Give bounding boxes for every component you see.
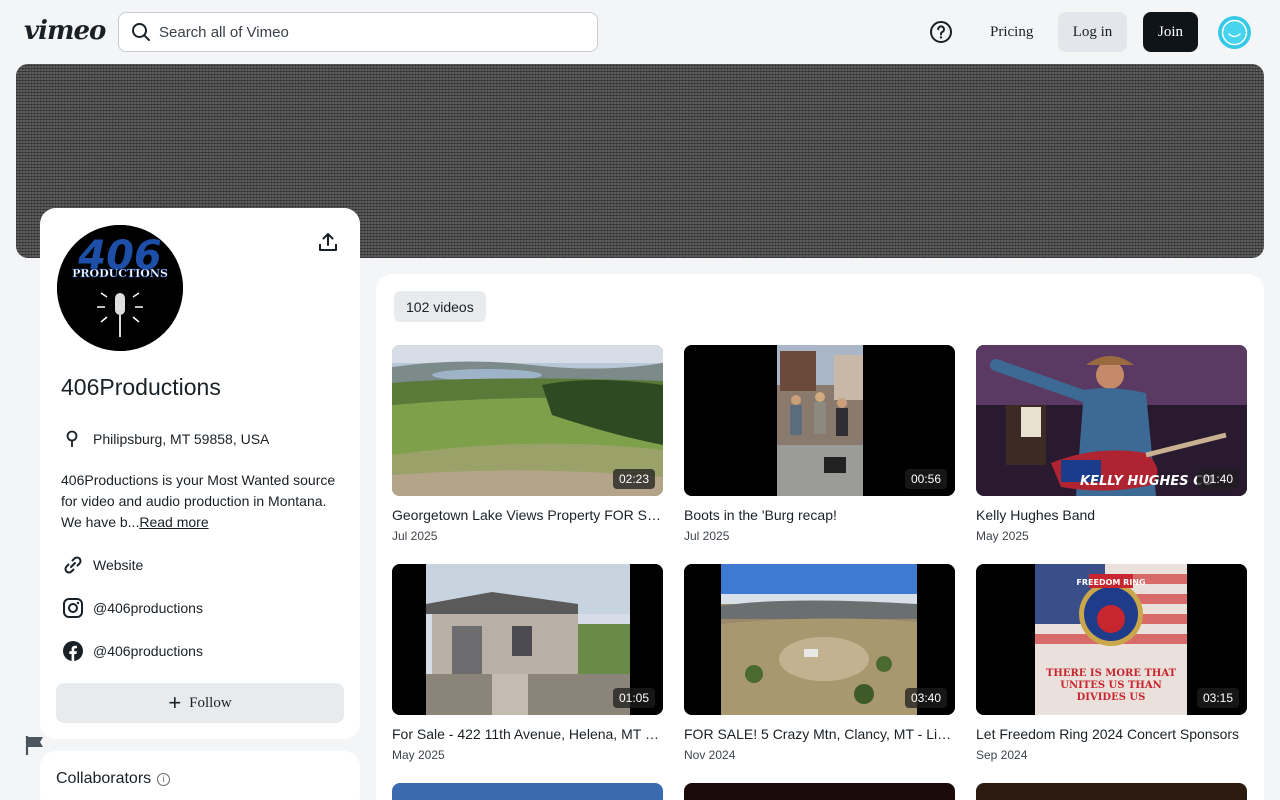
facebook-icon bbox=[62, 640, 84, 662]
video-date: Nov 2024 bbox=[684, 748, 736, 762]
smiley-icon bbox=[1221, 19, 1248, 46]
pricing-link[interactable]: Pricing bbox=[978, 12, 1045, 52]
search-box[interactable] bbox=[118, 12, 598, 52]
video-thumbnail-partial[interactable] bbox=[392, 783, 663, 800]
video-title[interactable]: Georgetown Lake Views Property FOR SALE bbox=[392, 507, 663, 523]
website-label: Website bbox=[93, 557, 144, 573]
login-button[interactable]: Log in bbox=[1058, 12, 1127, 52]
join-button[interactable]: Join bbox=[1143, 12, 1198, 52]
duration-badge: 02:23 bbox=[612, 469, 655, 489]
thumbnail-overlay-title: FREEDOM RING bbox=[1076, 578, 1145, 587]
video-title[interactable]: Let Freedom Ring 2024 Concert Sponsors bbox=[976, 726, 1247, 742]
production-logo: 406 PRODUCTIONS bbox=[57, 225, 183, 351]
video-date: May 2025 bbox=[392, 748, 445, 762]
video-count-chip[interactable]: 102 videos bbox=[394, 291, 486, 322]
video-card[interactable]: 01:05 For Sale - 422 11th Avenue, Helena… bbox=[392, 564, 663, 762]
video-card[interactable]: 02:23 Georgetown Lake Views Property FOR… bbox=[392, 345, 663, 543]
website-link[interactable]: Website bbox=[62, 554, 143, 576]
profile-card: 406 PRODUCTIONS 406Productions Philipsbu… bbox=[40, 208, 360, 739]
video-thumbnail[interactable]: KELLY HUGHES CO 01:40 bbox=[976, 345, 1247, 496]
vimeo-logo[interactable]: vimeo bbox=[24, 16, 106, 46]
video-title[interactable]: FOR SALE! 5 Crazy Mtn, Clancy, MT - List… bbox=[684, 726, 955, 742]
info-icon[interactable]: i bbox=[157, 772, 171, 786]
collaborators-title: Collaborators i bbox=[56, 770, 171, 788]
profile-location: Philipsburg, MT 59858, USA bbox=[93, 431, 270, 447]
video-date: Jul 2025 bbox=[392, 529, 438, 543]
guest-avatar[interactable] bbox=[1218, 16, 1251, 49]
search-icon bbox=[132, 23, 150, 41]
video-title[interactable]: For Sale - 422 11th Avenue, Helena, MT -… bbox=[392, 726, 663, 742]
duration-badge: 03:40 bbox=[904, 688, 947, 708]
duration-badge: 00:56 bbox=[904, 469, 947, 489]
profile-avatar[interactable]: 406 PRODUCTIONS bbox=[57, 225, 183, 351]
videos-panel: 102 videos 02:23 Georgetown Lake Views P… bbox=[376, 274, 1264, 800]
duration-badge: 03:15 bbox=[1196, 688, 1239, 708]
search-input[interactable] bbox=[159, 23, 559, 41]
video-date: Sep 2024 bbox=[976, 748, 1028, 762]
facebook-link[interactable]: @406productions bbox=[62, 640, 203, 662]
logo-productions-text: PRODUCTIONS bbox=[72, 267, 168, 280]
profile-name: 406Productions bbox=[61, 374, 221, 400]
instagram-label: @406productions bbox=[93, 600, 203, 616]
video-thumbnail[interactable]: 02:23 bbox=[392, 345, 663, 496]
duration-badge: 01:05 bbox=[612, 688, 655, 708]
read-more-link[interactable]: Read more bbox=[139, 514, 208, 530]
follow-label: Follow bbox=[189, 694, 232, 711]
share-icon[interactable] bbox=[317, 231, 339, 253]
facebook-label: @406productions bbox=[93, 643, 203, 659]
video-thumbnail[interactable]: FREEDOM RING THERE IS MORE THAT UNITES U… bbox=[976, 564, 1247, 715]
plus-icon: + bbox=[168, 690, 182, 715]
profile-bio: 406Productions is your Most Wanted sourc… bbox=[61, 470, 351, 533]
video-card[interactable]: 00:56 Boots in the 'Burg recap! Jul 2025 bbox=[684, 345, 955, 543]
report-flag-icon[interactable] bbox=[24, 734, 46, 756]
link-icon bbox=[62, 554, 84, 576]
video-thumbnail[interactable]: 00:56 bbox=[684, 345, 955, 496]
follow-button[interactable]: + Follow bbox=[56, 683, 344, 723]
instagram-link[interactable]: @406productions bbox=[62, 597, 203, 619]
location-pin-icon bbox=[66, 430, 78, 447]
instagram-icon bbox=[62, 597, 84, 619]
video-date: Jul 2025 bbox=[684, 529, 730, 543]
video-card[interactable]: FREEDOM RING THERE IS MORE THAT UNITES U… bbox=[976, 564, 1247, 762]
video-card[interactable]: 03:40 FOR SALE! 5 Crazy Mtn, Clancy, MT … bbox=[684, 564, 955, 762]
video-title[interactable]: Kelly Hughes Band bbox=[976, 507, 1247, 523]
collaborators-label: Collaborators bbox=[56, 770, 152, 787]
video-title[interactable]: Boots in the 'Burg recap! bbox=[684, 507, 955, 523]
video-thumbnail-partial[interactable] bbox=[684, 783, 955, 800]
collaborators-card: Collaborators i bbox=[40, 751, 360, 800]
thumbnail-overlay-text: THERE IS MORE THAT UNITES US THAN DIVIDE… bbox=[1045, 668, 1177, 700]
duration-badge: 01:40 bbox=[1196, 469, 1239, 489]
video-thumbnail[interactable]: 03:40 bbox=[684, 564, 955, 715]
help-icon[interactable] bbox=[929, 20, 953, 44]
video-date: May 2025 bbox=[976, 529, 1029, 543]
top-nav: vimeo Pricing Log in Join bbox=[0, 0, 1280, 64]
video-thumbnail[interactable]: 01:05 bbox=[392, 564, 663, 715]
thumbnail-overlay-text: KELLY HUGHES CO bbox=[1080, 474, 1214, 489]
video-card[interactable]: KELLY HUGHES CO 01:40 Kelly Hughes Band … bbox=[976, 345, 1247, 543]
video-thumbnail-partial[interactable] bbox=[976, 783, 1247, 800]
